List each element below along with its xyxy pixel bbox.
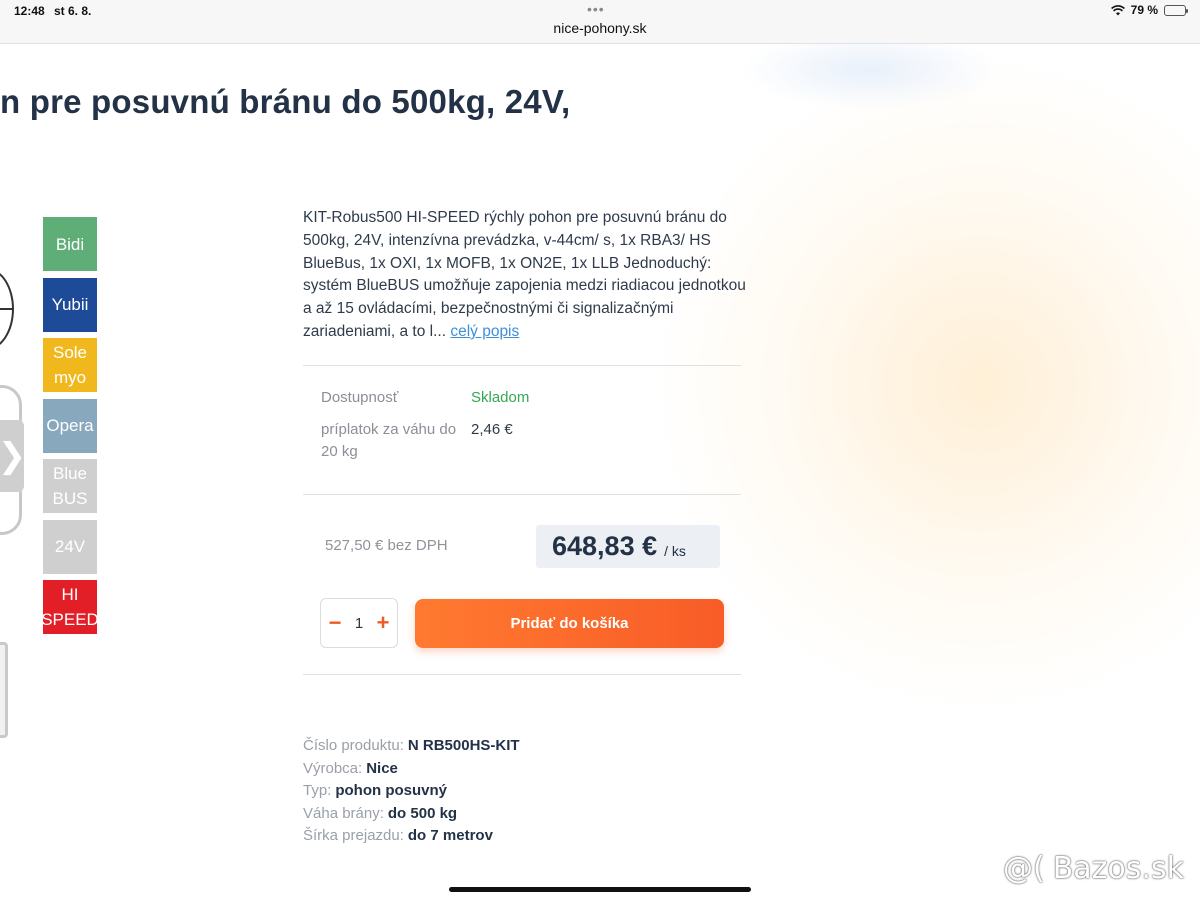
spec-row: Váha brány: do 500 kg — [303, 803, 520, 826]
product-image-line — [0, 308, 12, 310]
bazos-watermark: @( Bazos.sk — [1003, 851, 1184, 886]
spec-value: do 500 kg — [387, 804, 458, 822]
product-specs: Číslo produktu: N RB500HS-KIT Výrobca: Nice… — [303, 735, 520, 848]
surcharge-value: 2,46 € — [471, 421, 513, 438]
price-with-vat: 648,83 € — [552, 531, 658, 561]
feature-badge: Bidi — [43, 217, 97, 271]
product-description: KIT-Robus500 HI-SPEED rýchly pohon pre p… — [303, 207, 748, 344]
price-without-vat: 527,50 € bez DPH — [325, 537, 448, 554]
spec-label: Šírka prejazdu: — [303, 827, 404, 845]
spec-value: Nice — [366, 759, 398, 777]
spec-label: Váha brány: — [303, 804, 384, 822]
spec-label: Číslo produktu: — [303, 737, 404, 754]
price-box: 648,83 € / ks — [536, 525, 720, 568]
gallery-next-arrow-icon[interactable]: ❯ — [0, 420, 26, 492]
status-time: 12:48 — [14, 4, 45, 18]
feature-badge: Opera — [43, 398, 97, 453]
divider — [303, 494, 741, 495]
divider — [303, 365, 741, 366]
feature-badge: Yubii — [43, 277, 97, 332]
address-bar-url[interactable]: nice-pohony.sk — [0, 20, 1200, 36]
price-unit: / ks — [664, 542, 686, 559]
status-date: st 6. 8. — [54, 4, 92, 18]
status-right: 79 % — [1110, 3, 1188, 17]
description-text: KIT-Robus500 HI-SPEED rýchly pohon pre p… — [303, 209, 746, 340]
spec-value: do 7 metrov — [407, 827, 493, 845]
spec-row: Typ: pohon posuvný — [303, 780, 520, 803]
home-indicator[interactable] — [449, 887, 751, 892]
page-title: n pre posuvnú bránu do 500kg, 24V, — [0, 83, 571, 120]
spec-row: Šírka prejazdu: do 7 metrov — [303, 825, 520, 848]
battery-icon — [1164, 4, 1188, 16]
bazos-logo-icon: @( — [1003, 851, 1045, 886]
battery-percent: 79 % — [1130, 3, 1158, 17]
spec-label: Výrobca: — [303, 759, 363, 777]
spec-value: N RB500HS-KIT — [407, 737, 520, 754]
spec-value: pohon posuvný — [335, 782, 448, 800]
surcharge-label: príplatok za váhu do 20 kg — [321, 421, 457, 460]
spec-row: Výrobca: Nice — [303, 758, 520, 781]
feature-badges: Bidi Yubii Sole myo Opera Blue BUS 24V HI SPEE… — [41, 217, 99, 641]
quantity-minus-button[interactable]: − — [327, 610, 343, 636]
remote-image-partial — [0, 642, 8, 738]
multitasking-dots-icon[interactable]: ••• — [587, 1, 605, 17]
spec-label: Typ: — [303, 782, 332, 800]
background-glow — [560, 40, 1200, 900]
divider — [303, 674, 741, 675]
availability-label: Dostupnosť — [321, 389, 399, 406]
feature-badge: Sole myo — [43, 338, 97, 392]
full-description-link[interactable]: celý popis — [450, 323, 519, 340]
feature-badge: 24V — [43, 519, 97, 574]
quantity-value[interactable]: 1 — [355, 615, 363, 632]
quantity-stepper[interactable]: − 1 + — [320, 598, 398, 648]
spec-row: Číslo produktu: N RB500HS-KIT — [303, 735, 520, 758]
add-to-cart-button[interactable]: Pridať do košíka — [415, 599, 724, 648]
status-bar: 12:48 st 6. 8. ••• nice-pohony.sk 79 % — [0, 0, 1200, 44]
feature-badge: HI SPEED — [41, 580, 99, 634]
quantity-plus-button[interactable]: + — [375, 610, 391, 636]
feature-badge: Blue BUS — [43, 459, 97, 513]
watermark-text: Bazos.sk — [1052, 851, 1184, 886]
wifi-icon — [1110, 4, 1125, 15]
availability-value: Skladom — [471, 389, 530, 406]
